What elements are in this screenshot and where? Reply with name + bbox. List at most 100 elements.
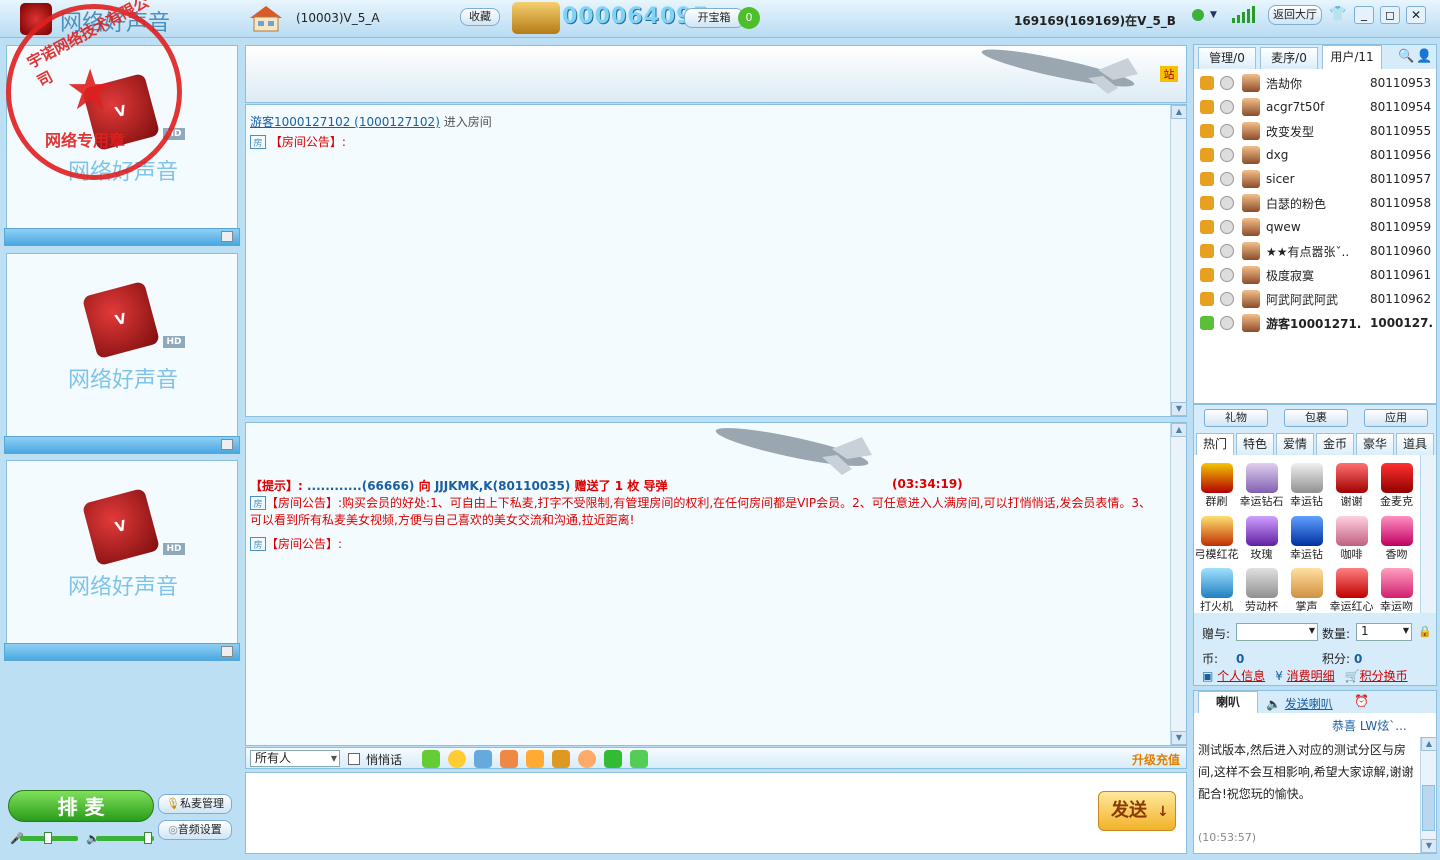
video-slot-3[interactable]: V HD 网络好声音 — [6, 460, 238, 660]
message-input[interactable]: 发送 ↓ — [245, 772, 1187, 854]
close-button[interactable]: ✕ — [1406, 6, 1426, 24]
video-slot-2[interactable]: V HD 网络好声音 — [6, 253, 238, 453]
video-menu-icon[interactable] — [221, 231, 233, 242]
font-icon[interactable] — [422, 750, 440, 768]
ad-banner[interactable]: 站 — [245, 45, 1187, 103]
scroll-up-icon[interactable]: ▲ — [1171, 105, 1187, 119]
user-row[interactable]: 阿武阿武阿武 80110962 — [1194, 287, 1436, 311]
search-icon[interactable]: 🔍 — [1398, 49, 1414, 64]
favorite-button[interactable]: 收藏 — [460, 8, 500, 26]
gift-item[interactable]: 打火机 — [1194, 560, 1239, 611]
speaker-scrollbar[interactable]: ▲ ▼ — [1420, 737, 1437, 853]
private-mic-button[interactable]: 🎙私麦管理 — [158, 794, 232, 814]
gift-item[interactable]: 香吻 — [1374, 508, 1419, 559]
tab-queue[interactable]: 麦序/0 — [1260, 47, 1318, 69]
scroll-up-icon[interactable]: ▲ — [1171, 423, 1187, 437]
video-menu-icon[interactable] — [221, 439, 233, 450]
tab-users[interactable]: 用户/11 — [1322, 45, 1382, 69]
gift-tab[interactable]: 金币 — [1316, 433, 1354, 455]
gift-top-tab[interactable]: 礼物 — [1204, 409, 1268, 427]
maximize-button[interactable]: ◻ — [1380, 6, 1400, 24]
gift-item[interactable]: 掌声 — [1284, 560, 1329, 611]
mic-volume-thumb[interactable] — [44, 832, 52, 844]
alarm-icon[interactable]: ⏰ — [1354, 694, 1369, 708]
scroll-thumb[interactable] — [1422, 785, 1435, 831]
gift-tab[interactable]: 爱情 — [1276, 433, 1314, 455]
audio-settings-button[interactable]: ◎音频设置 — [158, 820, 232, 840]
gift-scrollbar[interactable] — [1420, 455, 1436, 613]
pack-top-tab[interactable]: 包裹 — [1284, 409, 1348, 427]
gift-item[interactable]: 幸运红心 — [1329, 560, 1374, 611]
chevron-down-icon[interactable]: ▼ — [1309, 626, 1315, 635]
minimize-button[interactable]: _ — [1354, 6, 1374, 24]
gift-bag-icon[interactable] — [500, 750, 518, 768]
lock-icon[interactable]: 🔒 — [1418, 625, 1432, 638]
home-icon[interactable] — [246, 2, 286, 34]
send-dropdown-icon[interactable]: ↓ — [1157, 804, 1169, 820]
gift-item[interactable]: 谢谢 — [1329, 455, 1374, 506]
chevron-down-icon[interactable]: ▼ — [331, 751, 337, 766]
app-top-tab[interactable]: 应用 — [1364, 409, 1428, 427]
give-to-select[interactable]: ▼ — [1236, 623, 1318, 641]
user-row[interactable]: 改变发型 80110955 — [1194, 119, 1436, 143]
public-chat-scrollbar[interactable]: ▲ ▼ — [1170, 105, 1187, 416]
gift-item[interactable]: 群刷 — [1194, 455, 1239, 506]
gift-tab[interactable]: 道具 — [1396, 433, 1434, 455]
gift-item[interactable]: 金麦克 — [1374, 455, 1419, 506]
send-button[interactable]: 发送 ↓ — [1098, 791, 1176, 831]
user-row[interactable]: 极度寂寞 80110961 — [1194, 263, 1436, 287]
user-row[interactable]: sicer 80110957 — [1194, 167, 1436, 191]
user-row[interactable]: qwew 80110959 — [1194, 215, 1436, 239]
game-icon[interactable] — [630, 750, 648, 768]
tab-admin[interactable]: 管理/0 — [1198, 47, 1256, 69]
visitor-link[interactable]: 游客1000127102 (1000127102) — [250, 115, 440, 129]
gift-item[interactable]: 劳动杯 — [1239, 560, 1284, 611]
gift-item[interactable]: 咖啡 — [1329, 508, 1374, 559]
gift-tab[interactable]: 特色 — [1236, 433, 1274, 455]
scroll-down-icon[interactable]: ▼ — [1171, 731, 1187, 745]
queue-mic-button[interactable]: 排 麦 — [8, 790, 154, 822]
gift-item[interactable]: 幸运吻 — [1374, 560, 1419, 611]
upgrade-link[interactable]: 升级充值 — [1132, 751, 1180, 768]
send-speaker-link[interactable]: 🔈 发送喇叭 — [1266, 695, 1333, 712]
scroll-down-icon[interactable]: ▼ — [1171, 402, 1187, 416]
gift-item[interactable]: 弓模红花 — [1194, 508, 1239, 559]
emoji-icon[interactable] — [448, 750, 466, 768]
qty-select[interactable]: 1 ▼ — [1356, 623, 1412, 641]
user-row[interactable]: acgr7t50f 80110954 — [1194, 95, 1436, 119]
dice-icon[interactable] — [604, 750, 622, 768]
tab-speaker[interactable]: 喇叭 — [1198, 691, 1258, 713]
speaker-volume-thumb[interactable] — [144, 832, 152, 844]
gift-item[interactable]: 幸运钻 — [1284, 508, 1329, 559]
gift-item[interactable]: 幸运钻 — [1284, 455, 1329, 506]
gift-target[interactable]: JJJKMK,K(80110035) — [435, 479, 571, 493]
user-icon[interactable]: 👤 — [1416, 49, 1432, 64]
scroll-up-icon[interactable]: ▲ — [1421, 737, 1437, 751]
wrench-icon[interactable] — [552, 750, 570, 768]
user-row[interactable]: 白瑟的粉色 80110958 — [1194, 191, 1436, 215]
gift-tab[interactable]: 热门 — [1196, 433, 1234, 455]
user-row[interactable]: 游客10001271. 1000127. — [1194, 311, 1436, 335]
consume-link[interactable]: ¥ 消费明细 — [1275, 667, 1334, 684]
vip-emoji-icon[interactable] — [474, 750, 492, 768]
return-hall-button[interactable]: 返回大厅 — [1268, 5, 1322, 25]
gift-item[interactable]: 幸运钻石 — [1239, 455, 1284, 506]
chevron-down-icon[interactable]: ▼ — [1403, 626, 1409, 635]
personal-info-link[interactable]: ▣ 个人信息 — [1202, 667, 1265, 684]
face-icon[interactable] — [578, 750, 596, 768]
scroll-down-icon[interactable]: ▼ — [1421, 839, 1437, 853]
station-badge[interactable]: 站 — [1160, 66, 1178, 82]
user-row[interactable]: dxg 80110956 — [1194, 143, 1436, 167]
gift-item[interactable]: 玫瑰 — [1239, 508, 1284, 559]
skin-icon[interactable]: 👕 — [1328, 6, 1348, 24]
status-online-icon[interactable] — [1192, 9, 1204, 21]
private-chat-scrollbar[interactable]: ▲ ▼ — [1170, 423, 1187, 745]
whisper-checkbox[interactable] — [348, 753, 360, 765]
speaker-volume-slider[interactable] — [96, 832, 154, 844]
chat-target-select[interactable]: 所有人 ▼ — [250, 750, 340, 767]
mic-volume-slider[interactable] — [20, 832, 78, 844]
status-dropdown-icon[interactable]: ▼ — [1210, 10, 1217, 20]
video-menu-icon[interactable] — [221, 646, 233, 657]
gift-tab[interactable]: 豪华 — [1356, 433, 1394, 455]
user-row[interactable]: 浩劫你 80110953 — [1194, 71, 1436, 95]
